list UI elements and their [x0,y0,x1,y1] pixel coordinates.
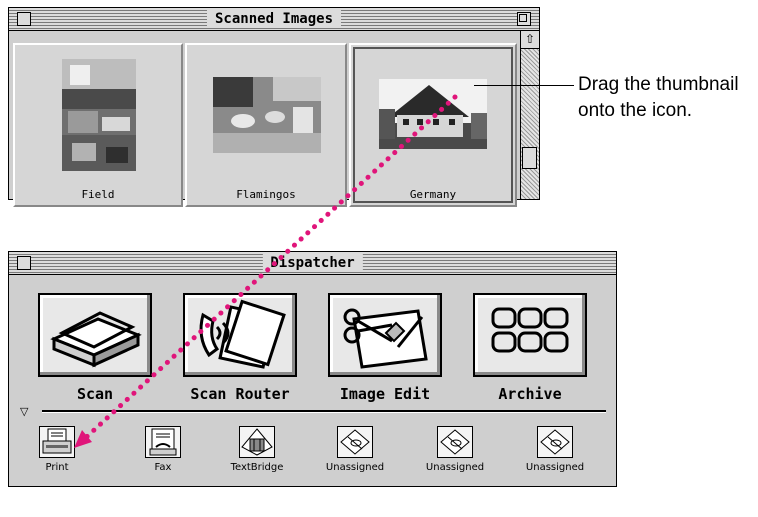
phone-documents-icon [199,299,286,369]
thumbnail-germany[interactable]: Germany [349,43,517,207]
scan-label: Scan [76,385,114,403]
thumbnail-field[interactable]: Field [13,43,183,207]
disclosure-triangle-icon[interactable]: ▽ [20,405,28,418]
dispatcher-titlebar[interactable]: Dispatcher [9,252,616,275]
unassigned-destination-1[interactable] [337,426,373,458]
unassigned-label-2: Unassigned [425,462,485,473]
fax-icon [149,428,177,456]
scanned-images-window: Scanned Images Field Flamingos Germany ⇧ [8,7,540,207]
scan-button[interactable] [38,293,152,377]
image-edit-button[interactable] [328,293,442,377]
flamingos-image [213,77,321,153]
unassigned-destination-2[interactable] [437,426,473,458]
thumbnail-label: Flamingos [236,188,296,201]
thumbnail-label: Field [81,188,115,201]
scissors-edit-icon [343,308,428,369]
close-box[interactable] [17,256,31,270]
unassigned-label-3: Unassigned [525,462,585,473]
printer-icon [42,428,72,454]
scanner-icon [50,311,142,368]
textbridge-icon [241,428,273,456]
scan-router-button[interactable] [183,293,297,377]
archive-button[interactable] [473,293,587,377]
unassigned-icon [540,429,570,455]
callout-leader-line [474,85,574,86]
textbridge-label: TextBridge [230,462,284,473]
scan-router-label: Scan Router [190,385,290,403]
unassigned-icon [340,429,370,455]
window-title: Dispatcher [262,254,363,272]
thumbnail-area: Field Flamingos Germany [10,31,522,207]
germany-image [379,79,487,149]
print-label: Print [45,462,69,473]
thumbnail-label: Germany [409,188,457,201]
thumbnail-flamingos[interactable]: Flamingos [185,43,347,207]
unassigned-icon [440,429,470,455]
fax-destination[interactable] [145,426,181,458]
scroll-up-arrow-icon[interactable]: ⇧ [521,31,539,49]
window-title: Scanned Images [206,10,342,28]
callout-text: Drag the thumbnail onto the icon. [578,72,739,124]
close-box[interactable] [17,12,31,26]
unassigned-label-1: Unassigned [325,462,385,473]
archive-label: Archive [498,385,562,403]
zoom-box[interactable] [517,12,531,26]
scroll-thumb[interactable] [522,147,537,169]
fax-label: Fax [154,462,172,473]
image-edit-label: Image Edit [339,385,431,403]
callout-line-2: onto the icon. [578,100,693,121]
field-image [62,59,136,171]
textbridge-destination[interactable] [239,426,275,458]
archive-grid-icon [491,307,569,353]
vertical-scrollbar[interactable]: ⇧ [520,31,539,199]
print-destination[interactable] [39,426,75,458]
section-divider [42,410,606,413]
unassigned-destination-3[interactable] [537,426,573,458]
callout-line-1: Drag the thumbnail [578,74,739,95]
scanned-images-titlebar[interactable]: Scanned Images [9,8,539,31]
